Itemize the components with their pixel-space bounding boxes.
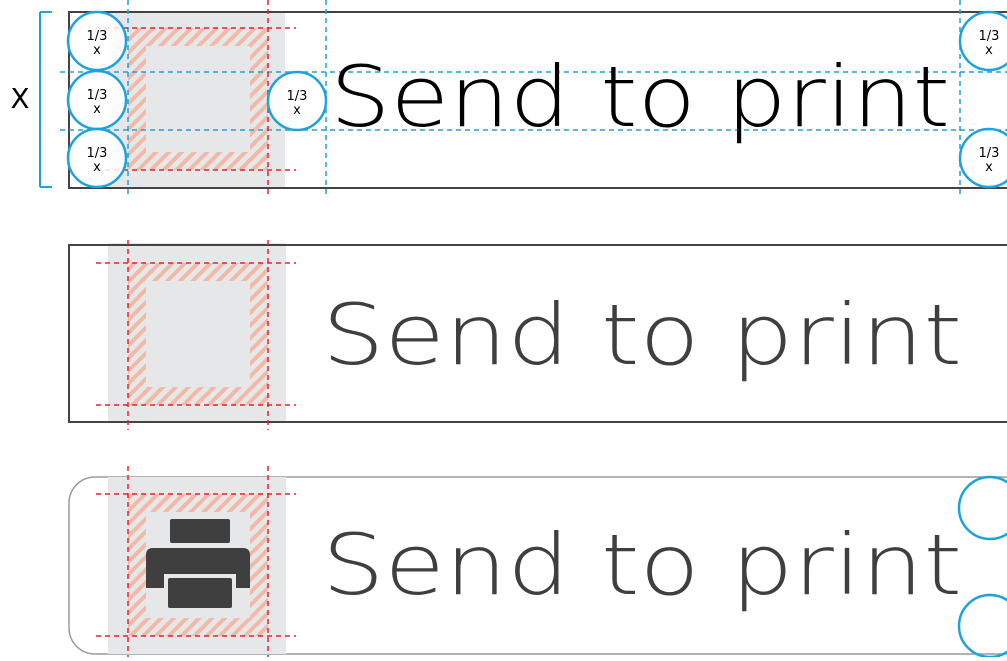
dimension-label: X [10,82,29,115]
corner-radius-circle [957,593,1007,659]
spec-panel-3: Send to print [68,466,1007,659]
svg-text:x: x [985,160,993,175]
third-circle: 1/3 x [266,70,328,132]
svg-text:x: x [293,103,301,118]
svg-text:x: x [93,102,101,117]
spec-panel-2: Send to print [68,240,1007,430]
svg-text:1/3: 1/3 [287,89,308,104]
third-circle: 1/3 x [66,127,128,189]
svg-text:x: x [985,43,993,58]
svg-text:1/3: 1/3 [87,29,108,44]
button-label: Send to print [330,48,950,146]
svg-text:1/3: 1/3 [979,29,1000,44]
button-label: Send to print [322,286,962,384]
button-spec-diagram: X 1/3 x 1/3 x 1/3 x 1/3 x 1/3 x 1/3 x Se… [0,0,1007,659]
svg-text:1/3: 1/3 [979,146,1000,161]
height-bracket [39,11,52,188]
button-label: Send to print [322,516,962,614]
third-circle: 1/3 x [958,127,1007,189]
spec-panel-1: X 1/3 x 1/3 x 1/3 x 1/3 x 1/3 x 1/3 x Se… [10,0,1007,196]
third-circle: 1/3 x [66,69,128,131]
third-circle: 1/3 x [958,10,1007,72]
svg-text:x: x [93,160,101,175]
third-circle: 1/3 x [66,10,128,72]
svg-text:1/3: 1/3 [87,146,108,161]
corner-radius-circle [957,475,1007,541]
svg-text:1/3: 1/3 [87,88,108,103]
svg-text:x: x [93,43,101,58]
